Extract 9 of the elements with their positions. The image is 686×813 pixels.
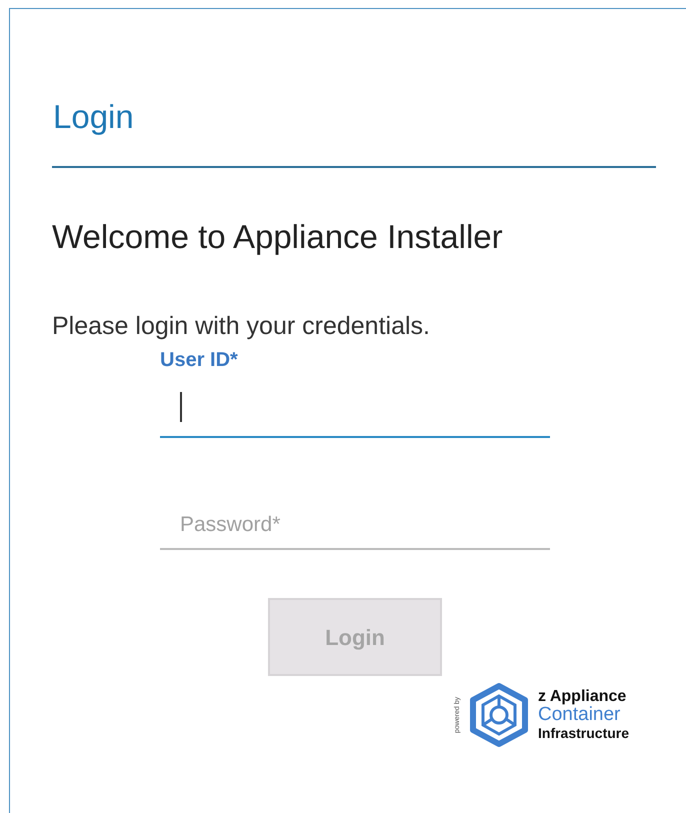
instruction-text: Please login with your credentials. <box>52 311 431 342</box>
page-title: Login <box>52 97 135 137</box>
input-field[interactable]: Password* <box>160 488 550 550</box>
logo-text: z Appliance <box>538 688 628 706</box>
welcome-heading: Welcome to Appliance Installer <box>52 217 504 257</box>
logo-text: Infrastructure <box>538 724 630 742</box>
logo-text: Container <box>538 706 620 724</box>
field-label: User ID* <box>160 348 239 373</box>
input-field[interactable]: User ID* <box>160 346 550 438</box>
